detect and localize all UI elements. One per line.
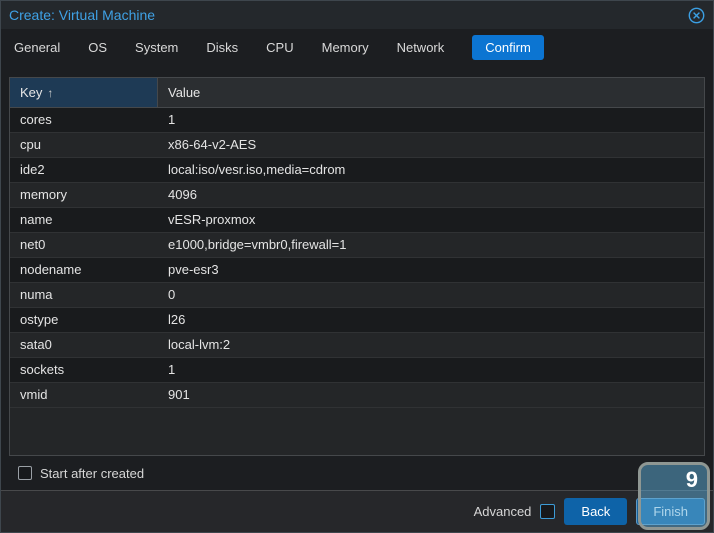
dialog-title: Create: Virtual Machine	[9, 7, 155, 23]
tab-disks[interactable]: Disks	[206, 35, 238, 60]
start-after-created-row: Start after created	[9, 456, 705, 490]
table-row[interactable]: cpu x86-64-v2-AES	[10, 133, 704, 158]
row-value: 0	[158, 283, 704, 307]
row-key: numa	[10, 283, 158, 307]
tab-memory[interactable]: Memory	[322, 35, 369, 60]
table-row[interactable]: sockets 1	[10, 358, 704, 383]
row-key: nodename	[10, 258, 158, 282]
row-key: memory	[10, 183, 158, 207]
row-value: local:iso/vesr.iso,media=cdrom	[158, 158, 704, 182]
advanced-label: Advanced	[474, 504, 532, 519]
summary-table: Key ↑ Value cores 1 cpu x86-64-v2-AES id…	[9, 77, 705, 456]
column-header-key[interactable]: Key ↑	[10, 78, 158, 107]
row-value: e1000,bridge=vmbr0,firewall=1	[158, 233, 704, 257]
row-key: name	[10, 208, 158, 232]
tab-network[interactable]: Network	[397, 35, 445, 60]
create-vm-dialog: Create: Virtual Machine General OS Syste…	[0, 0, 714, 533]
row-value: l26	[158, 308, 704, 332]
row-key: net0	[10, 233, 158, 257]
table-row[interactable]: vmid 901	[10, 383, 704, 408]
row-value: 1	[158, 358, 704, 382]
table-row[interactable]: ostype l26	[10, 308, 704, 333]
tab-cpu[interactable]: CPU	[266, 35, 293, 60]
row-value: 1	[158, 108, 704, 132]
dialog-footer: Advanced Back Finish	[1, 490, 713, 532]
advanced-checkbox[interactable]	[540, 504, 555, 519]
start-after-created-checkbox[interactable]	[18, 466, 32, 480]
table-row[interactable]: net0 e1000,bridge=vmbr0,firewall=1	[10, 233, 704, 258]
table-row[interactable]: name vESR-proxmox	[10, 208, 704, 233]
confirm-panel: Key ↑ Value cores 1 cpu x86-64-v2-AES id…	[1, 65, 713, 490]
back-button[interactable]: Back	[564, 498, 627, 525]
sort-ascending-icon: ↑	[47, 86, 53, 100]
table-row[interactable]: ide2 local:iso/vesr.iso,media=cdrom	[10, 158, 704, 183]
table-header-row: Key ↑ Value	[10, 78, 704, 108]
row-value: local-lvm:2	[158, 333, 704, 357]
row-value: 4096	[158, 183, 704, 207]
row-value: x86-64-v2-AES	[158, 133, 704, 157]
start-after-created-label: Start after created	[40, 466, 144, 481]
finish-button[interactable]: Finish	[636, 498, 705, 525]
row-key: sata0	[10, 333, 158, 357]
table-row[interactable]: memory 4096	[10, 183, 704, 208]
table-row[interactable]: nodename pve-esr3	[10, 258, 704, 283]
close-icon[interactable]	[687, 6, 705, 24]
row-key: sockets	[10, 358, 158, 382]
table-empty-area	[10, 408, 704, 455]
row-key: cores	[10, 108, 158, 132]
row-value: pve-esr3	[158, 258, 704, 282]
table-row[interactable]: cores 1	[10, 108, 704, 133]
tab-os[interactable]: OS	[88, 35, 107, 60]
column-header-value[interactable]: Value	[158, 78, 704, 107]
table-row[interactable]: numa 0	[10, 283, 704, 308]
column-header-value-label: Value	[168, 85, 200, 100]
row-key: vmid	[10, 383, 158, 407]
row-key: cpu	[10, 133, 158, 157]
row-value: 901	[158, 383, 704, 407]
column-header-key-label: Key	[20, 85, 42, 100]
row-value: vESR-proxmox	[158, 208, 704, 232]
row-key: ostype	[10, 308, 158, 332]
wizard-tabbar: General OS System Disks CPU Memory Netwo…	[1, 29, 713, 65]
tab-confirm[interactable]: Confirm	[472, 35, 544, 60]
row-key: ide2	[10, 158, 158, 182]
dialog-titlebar: Create: Virtual Machine	[1, 1, 713, 29]
tab-system[interactable]: System	[135, 35, 178, 60]
tab-general[interactable]: General	[14, 35, 60, 60]
table-row[interactable]: sata0 local-lvm:2	[10, 333, 704, 358]
